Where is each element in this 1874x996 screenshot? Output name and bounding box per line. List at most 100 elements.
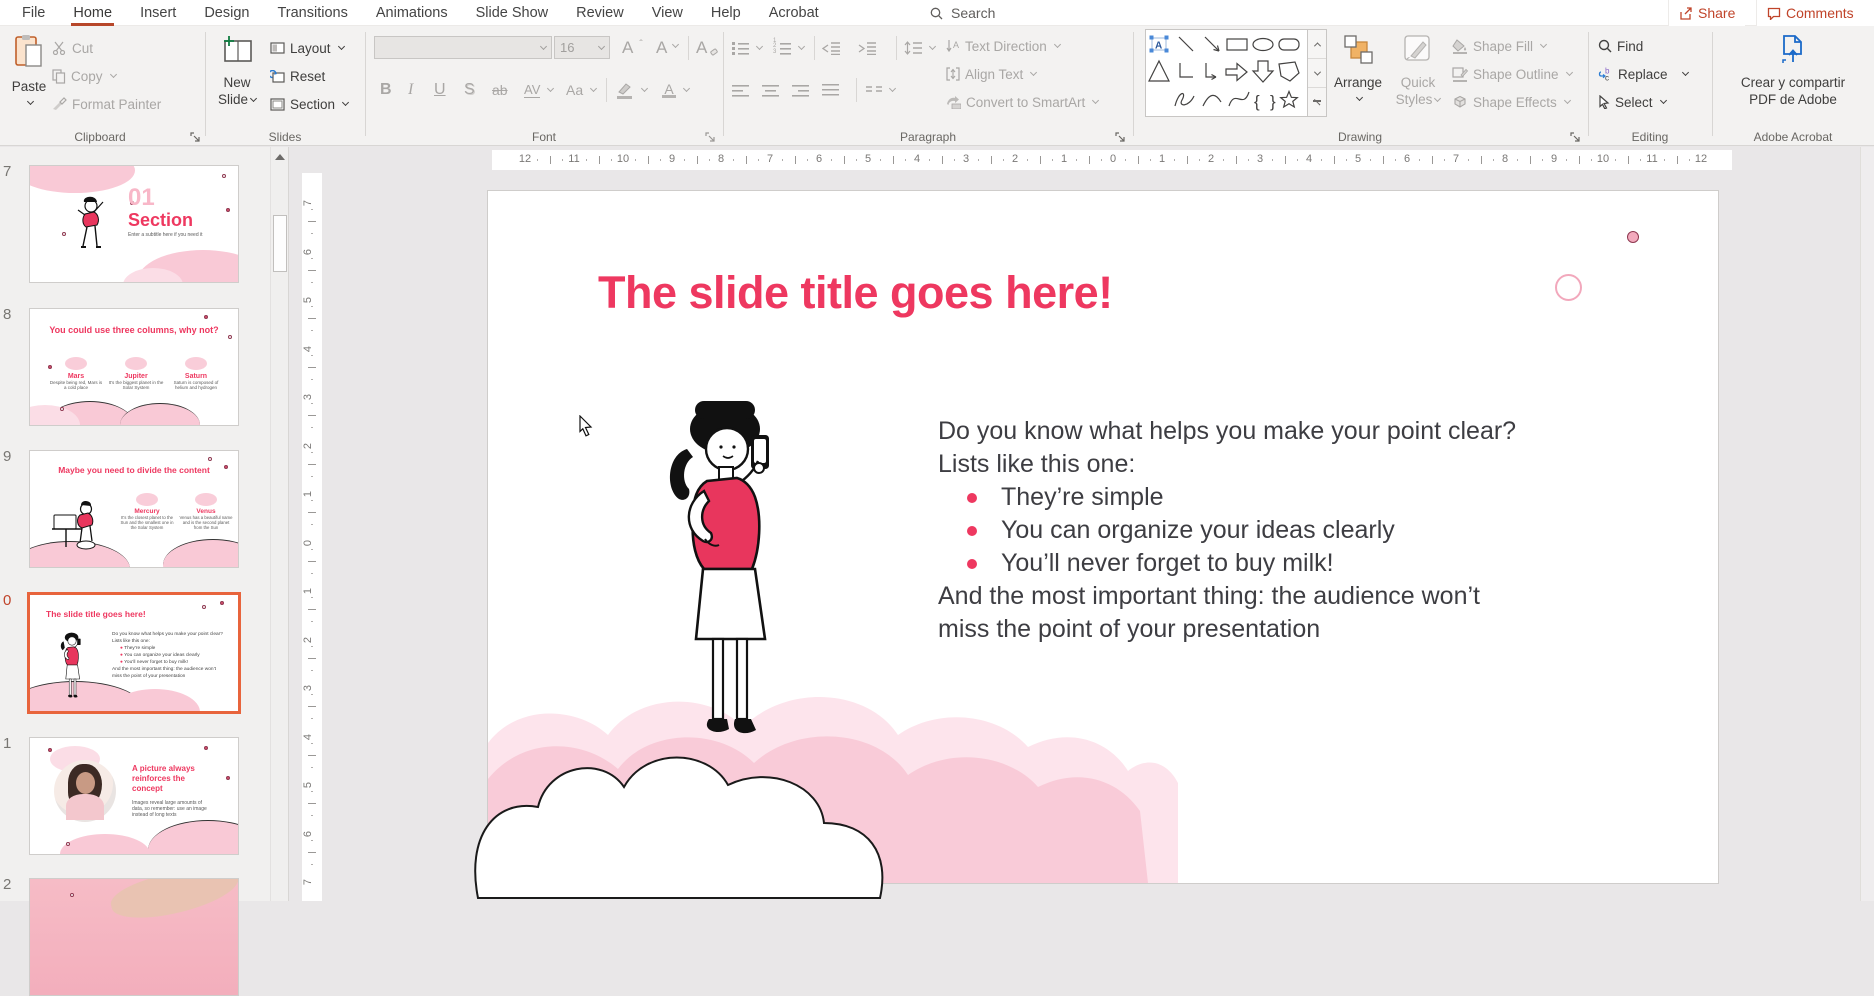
font-size-combobox[interactable]: 16 (554, 36, 610, 59)
slide-thumbnail-9[interactable]: Maybe you need to divide the content Mer… (29, 450, 239, 568)
columns-button[interactable] (866, 78, 895, 102)
select-button[interactable]: Select (1598, 90, 1666, 114)
clear-formatting-button[interactable]: A (696, 36, 719, 60)
tab-acrobat[interactable]: Acrobat (755, 0, 833, 26)
cut-button[interactable]: Cut (52, 36, 93, 60)
font-name-combobox[interactable] (374, 36, 552, 59)
tab-slideshow[interactable]: Slide Show (462, 0, 563, 26)
reset-button[interactable]: Reset (270, 64, 325, 88)
create-pdf-button[interactable]: Crear y compartir PDF de Adobe (1722, 30, 1864, 122)
ribbon-tabs: File Home Insert Design Transitions Anim… (8, 0, 833, 26)
font-color-button[interactable]: A (662, 78, 689, 102)
align-center-button[interactable] (762, 78, 779, 102)
paste-button[interactable]: Paste (8, 30, 50, 122)
underline-button[interactable]: U (434, 78, 446, 102)
font-color-icon: A (662, 83, 676, 98)
copy-icon (52, 69, 66, 84)
change-case-button[interactable]: Aa (566, 78, 596, 102)
paste-dropdown-chevron (27, 98, 34, 105)
section-button[interactable]: Section (270, 92, 348, 116)
layout-button[interactable]: Layout (270, 36, 344, 60)
comments-button[interactable]: Comments (1756, 0, 1874, 26)
vertical-ruler[interactable]: 765432101234567 (302, 173, 322, 901)
find-button[interactable]: Find (1598, 34, 1643, 58)
slide-thumbnail-11[interactable]: A picture always reinforces the concept … (29, 737, 239, 855)
new-slide-button[interactable]: New Slide (212, 30, 262, 122)
search-input[interactable]: Search (930, 0, 995, 26)
share-button[interactable]: Share (1668, 0, 1745, 26)
italic-button[interactable]: I (408, 78, 413, 102)
horizontal-ruler[interactable]: 1211109876543210123456789101112 (492, 150, 1732, 170)
tab-help[interactable]: Help (697, 0, 755, 26)
shape-outline-button[interactable]: Shape Outline (1452, 62, 1572, 86)
align-text-button[interactable]: Align Text (946, 62, 1036, 86)
slide-thumbnail-10-selected[interactable]: The slide title goes here! Do you know w… (27, 592, 241, 714)
quick-styles-button[interactable]: Quick Styles (1392, 30, 1444, 122)
replace-button[interactable]: bc Replace (1598, 62, 1688, 86)
tab-design[interactable]: Design (190, 0, 263, 26)
decrease-indent-button[interactable] (822, 36, 840, 60)
arrange-button[interactable]: Arrange (1330, 30, 1386, 122)
tab-animations[interactable]: Animations (362, 0, 462, 26)
tab-home[interactable]: Home (59, 0, 126, 26)
scrollbar-up-arrow[interactable] (273, 150, 287, 164)
format-painter-button[interactable]: Format Painter (52, 92, 161, 116)
shape-elbow-connector (1180, 63, 1193, 77)
canvas-vertical-scrollbar[interactable] (1860, 147, 1874, 901)
shape-fill-button[interactable]: Shape Fill (1452, 34, 1546, 58)
numbering-button[interactable] (774, 36, 804, 60)
body-line: miss the point of your presentation (938, 613, 1628, 646)
decrease-font-size-button[interactable]: A (656, 36, 678, 60)
bold-button[interactable]: B (380, 78, 392, 102)
scrollbar-thumb[interactable] (273, 215, 287, 272)
select-cursor-icon (1598, 95, 1610, 109)
bullets-button[interactable] (732, 36, 762, 60)
align-left-button[interactable] (732, 78, 749, 102)
bullet-item: You’ll never forget to buy milk! (938, 547, 1628, 580)
tab-insert[interactable]: Insert (126, 0, 190, 26)
gallery-scroll-up[interactable] (1308, 30, 1326, 59)
search-label: Search (951, 5, 995, 21)
thumbnail-pane-scrollbar[interactable] (270, 147, 289, 901)
shape-effects-button[interactable]: Shape Effects (1452, 90, 1570, 114)
text-direction-button[interactable]: A Text Direction (946, 34, 1060, 58)
thumbnail-subtitle: Enter a subtitle here if you need it (128, 232, 228, 238)
shape-line (1179, 37, 1193, 51)
slide-body-textbox[interactable]: Do you know what helps you make your poi… (938, 415, 1628, 646)
thumbnail-photo (54, 760, 116, 822)
gallery-scroll-down[interactable] (1308, 59, 1326, 88)
increase-indent-button[interactable] (858, 36, 876, 60)
slide-title-textbox[interactable]: The slide title goes here! (598, 267, 1113, 319)
share-icon (1679, 7, 1693, 20)
align-right-button[interactable] (792, 78, 809, 102)
thumbnail-title: Maybe you need to divide the content (30, 465, 238, 475)
strikethrough-button[interactable]: ab (492, 78, 508, 102)
tab-view[interactable]: View (638, 0, 697, 26)
tab-review[interactable]: Review (562, 0, 638, 26)
copy-button[interactable]: Copy (52, 64, 116, 88)
gallery-more-button[interactable] (1308, 88, 1326, 116)
clipboard-dialog-launcher[interactable] (190, 132, 201, 143)
format-painter-brush-icon (52, 97, 67, 111)
text-shadow-button[interactable]: S (464, 78, 475, 102)
decorative-circle-outline (1555, 274, 1582, 301)
shapes-gallery[interactable]: A { } (1145, 29, 1308, 117)
convert-to-smartart-button[interactable]: Convert to SmartArt (946, 90, 1098, 114)
slide-thumbnail-12[interactable] (29, 878, 239, 996)
justify-button[interactable] (822, 78, 839, 102)
outlined-cloud-shape[interactable] (464, 707, 904, 899)
increase-font-size-button[interactable]: Aˆ (622, 36, 643, 60)
reset-icon (270, 70, 285, 83)
shape-fill-icon (1452, 39, 1468, 54)
slide-thumbnail-8[interactable]: You could use three columns, why not? Ma… (29, 308, 239, 426)
shape-down-arrow (1253, 61, 1273, 82)
paragraph-dialog-launcher[interactable] (1115, 132, 1126, 143)
slide-thumbnail-7[interactable]: 01 Section Enter a subtitle here if you … (29, 165, 239, 283)
character-spacing-button[interactable]: AV (524, 78, 553, 102)
font-dialog-launcher[interactable] (705, 132, 716, 143)
layout-icon (270, 42, 285, 54)
tab-transitions[interactable]: Transitions (263, 0, 361, 26)
line-spacing-button[interactable] (904, 36, 935, 60)
tab-file[interactable]: File (8, 0, 59, 26)
highlight-color-button[interactable] (616, 78, 647, 102)
